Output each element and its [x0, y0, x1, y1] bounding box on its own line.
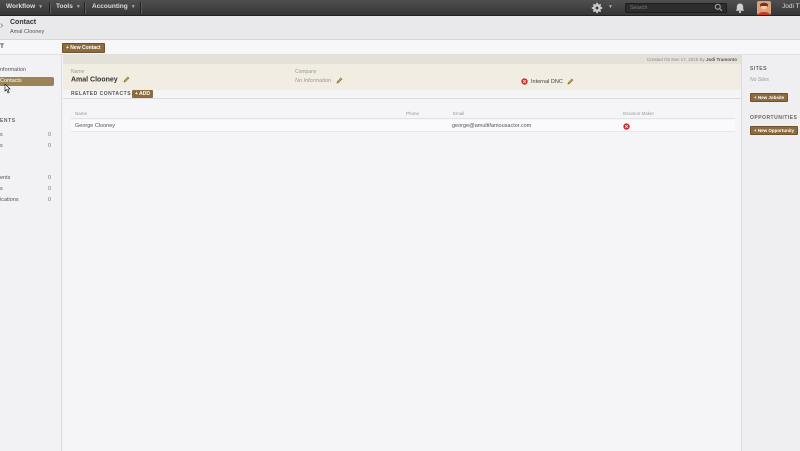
left-sidebar: nformation Contacts ENTS s 0 s 0 ents 0 … — [0, 55, 62, 451]
menu-workflow-label: Workflow — [6, 3, 36, 10]
new-jobsite-button[interactable]: + New Jobsite — [750, 93, 789, 102]
created-info: Created On Nov 17, 2016 By Jodi Tramonto — [63, 55, 741, 64]
related-contacts-title: RELATED CONTACTS — [71, 91, 132, 97]
top-nav: Workflow ▼ Tools ▼ Accounting ▼ ▼ Search Jo… — [0, 0, 800, 16]
sidebar-item-count: 0 — [48, 143, 52, 149]
chevron-down-icon: ▼ — [75, 4, 81, 10]
dnc-field: Internal DNC — [531, 78, 574, 85]
new-contact-button[interactable]: + New Contact — [62, 43, 105, 53]
sidebar-item-count: 0 — [48, 186, 52, 192]
avatar[interactable] — [757, 1, 771, 15]
chevron-down-icon: ▼ — [130, 4, 136, 10]
search-icon[interactable] — [714, 3, 723, 12]
sidebar-item-count: 0 — [48, 132, 52, 138]
pointer-cursor-icon — [4, 84, 11, 94]
company-value: No Information — [295, 77, 332, 84]
sidebar-item[interactable]: s — [0, 186, 3, 192]
name-value: Amal Clooney — [71, 76, 118, 84]
right-sidebar: SITES No Sites + New Jobsite OPPORTUNITI… — [741, 55, 800, 451]
chevron-down-icon: ▼ — [38, 4, 44, 10]
user-avatar-icon — [757, 1, 771, 15]
pencil-icon[interactable] — [336, 77, 343, 84]
dnc-label: Internal DNC — [531, 78, 563, 85]
sidebar-item-count: 0 — [48, 197, 52, 203]
sidebar-section-heading: ENTS — [0, 118, 16, 124]
search-input[interactable]: Search — [625, 3, 727, 13]
row-email[interactable]: george@amultifamousactor.com — [452, 123, 531, 129]
new-opportunity-button[interactable]: + New Opportunity — [750, 126, 799, 135]
pencil-icon[interactable] — [123, 76, 130, 83]
created-by[interactable]: Jodi Tramonto — [706, 57, 737, 62]
menu-workflow[interactable]: Workflow ▼ — [6, 3, 43, 10]
company-label: Company — [295, 69, 317, 75]
column-header-phone[interactable]: Phone — [406, 111, 419, 116]
decision-maker-no-icon — [623, 123, 630, 130]
created-text: Created On Nov 17, 2016 By — [646, 57, 705, 62]
sidebar-item[interactable]: ications — [0, 197, 19, 203]
sidebar-item[interactable]: s — [0, 143, 3, 149]
pencil-icon[interactable] — [567, 78, 574, 85]
sites-title: SITES — [750, 66, 767, 72]
nav-divider — [49, 2, 50, 14]
opportunities-title: OPPORTUNITIES — [750, 115, 798, 121]
name-field: Amal Clooney — [71, 76, 130, 83]
user-name[interactable]: Jodi T — [782, 3, 800, 10]
nav-divider — [140, 2, 141, 14]
table-header: Name Phone Email Decision Maker — [71, 109, 735, 119]
menu-accounting[interactable]: Accounting ▼ — [92, 3, 136, 10]
column-header-name[interactable]: Name — [75, 111, 87, 116]
sidebar-item[interactable]: s — [0, 132, 3, 138]
company-field: No Information — [295, 77, 343, 84]
gear-icon[interactable] — [590, 1, 604, 15]
row-name[interactable]: George Clooney — [75, 123, 115, 129]
menu-tools[interactable]: Tools ▼ — [56, 3, 81, 10]
sites-empty: No Sites — [750, 77, 769, 83]
contact-info-panel: Name Amal Clooney Company No Information… — [63, 64, 741, 90]
page-subtitle: Amal Clooney — [10, 29, 45, 35]
main-content: Created On Nov 17, 2016 By Jodi Tramonto… — [63, 55, 741, 451]
column-header-decision-maker[interactable]: Decision Maker — [623, 111, 654, 116]
bell-icon[interactable] — [734, 2, 746, 14]
menu-tools-label: Tools — [56, 3, 73, 10]
sidebar-heading: T — [0, 43, 4, 50]
sidebar-item-information[interactable]: nformation — [0, 67, 26, 73]
action-bar: T + New Contact — [0, 40, 800, 55]
page-title: Contact — [10, 19, 37, 26]
dnc-status-icon — [521, 78, 528, 85]
related-contacts-bar: RELATED CONTACTS + ADD — [63, 90, 741, 99]
chevron-right-icon[interactable]: › — [0, 20, 3, 31]
nav-divider — [84, 2, 85, 14]
column-header-email[interactable]: Email — [453, 111, 464, 116]
table-row[interactable]: George Clooney george@amultifamousactor.… — [71, 120, 735, 132]
name-label: Name — [71, 69, 85, 75]
sidebar-item[interactable]: ents — [0, 175, 10, 181]
menu-accounting-label: Accounting — [92, 3, 128, 10]
page-header: › Contact Amal Clooney — [0, 16, 800, 40]
sidebar-item-count: 0 — [48, 175, 52, 181]
add-related-contact-button[interactable]: + ADD — [132, 90, 153, 98]
chevron-down-icon[interactable]: ▼ — [608, 4, 613, 10]
